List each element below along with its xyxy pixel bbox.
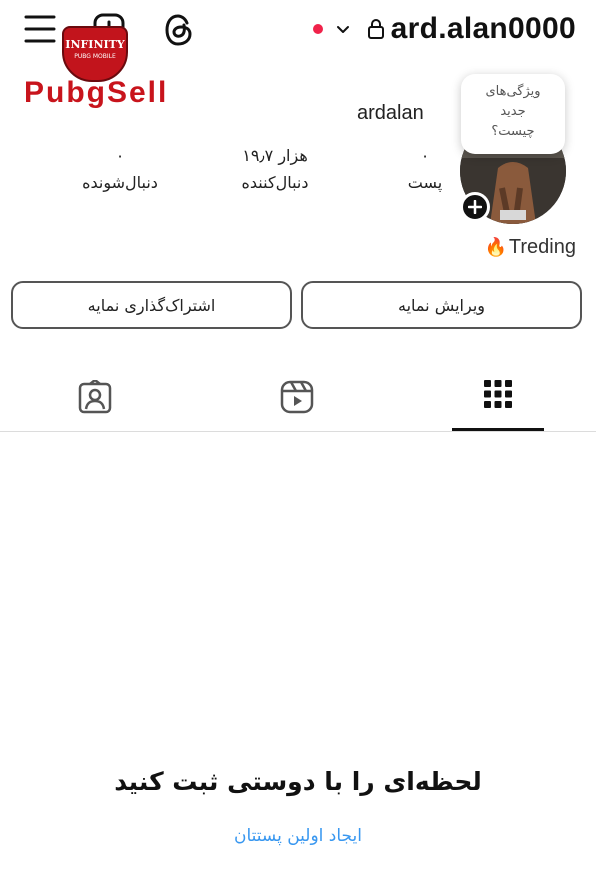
username: ard.alan0000 (390, 12, 576, 45)
watermark-badge: INFINITY PUBG MOBILE (62, 26, 128, 82)
tab-grid[interactable] (452, 370, 544, 431)
watermark-logo: INFINITY PUBG MOBILE PubgSell (24, 20, 174, 120)
display-name: ardalan (357, 102, 424, 124)
stat-posts[interactable]: ۰ پست (380, 146, 470, 192)
grid-icon (484, 380, 512, 408)
new-features-tooltip[interactable]: ویژگی‌های جدید چیست؟ (461, 74, 565, 154)
watermark-brand: PubgSell (24, 76, 169, 109)
notification-dot (312, 24, 323, 34)
empty-state-title: لحظه‌ای را با دوستی ثبت کنید (114, 767, 482, 796)
profile-note[interactable]: 🔥 Treding (485, 236, 577, 259)
fire-icon: 🔥 (484, 237, 507, 257)
profile-tabs (0, 370, 596, 432)
note-text: Treding (508, 236, 576, 258)
reels-icon (280, 380, 314, 414)
stat-followers[interactable]: ۱۹٫۷ هزار دنبال‌کننده (220, 146, 330, 192)
tab-tagged[interactable] (50, 370, 142, 430)
chevron-down-icon (335, 21, 351, 37)
edit-profile-button[interactable]: ویرایش نمایه (301, 281, 582, 329)
share-profile-button[interactable]: اشتراک‌گذاری نمایه (11, 281, 292, 329)
create-first-post-link[interactable]: ایجاد اولین پستتان (0, 826, 596, 846)
tagged-icon (78, 380, 112, 414)
add-story-icon[interactable] (460, 192, 490, 222)
tab-reels[interactable] (252, 370, 344, 430)
stat-following[interactable]: ۰ دنبال‌شونده (65, 146, 175, 192)
tabs-divider (0, 431, 596, 432)
lock-icon (367, 18, 385, 40)
account-switcher[interactable]: ard.alan0000 (312, 10, 576, 48)
